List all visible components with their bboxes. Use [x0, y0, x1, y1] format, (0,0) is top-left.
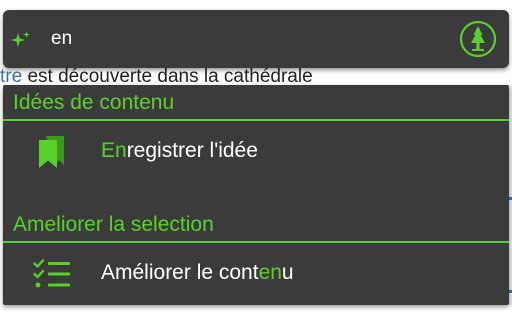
background-text-rest: est découverte dans la cathédrale: [22, 66, 313, 87]
tree-logo-icon[interactable]: [459, 20, 497, 58]
section-title: Ameliorer la selection: [13, 213, 214, 236]
search-query[interactable]: en: [51, 27, 72, 51]
menu-item-label: Améliorer le contenu: [101, 260, 294, 286]
label-post: u: [281, 261, 294, 284]
match-highlight: En: [101, 139, 127, 162]
checklist-icon: [33, 259, 70, 288]
section-title: Idées de contenu: [13, 91, 175, 114]
menu-item-save-idea[interactable]: Enregistrer l'idée: [3, 121, 509, 181]
label-pre: Améliorer le cont: [101, 261, 259, 284]
sparkle-icon: [11, 31, 30, 47]
label-rest: registrer l'idée: [126, 139, 258, 162]
search-bar[interactable]: en: [3, 10, 509, 68]
bookmarks-icon: [39, 136, 64, 168]
section-header-content-ideas: Idées de contenu: [3, 85, 509, 121]
background-link[interactable]: tre: [0, 66, 22, 87]
menu-item-improve-content[interactable]: Améliorer le contenu: [3, 243, 509, 303]
section-header-improve-selection: Ameliorer la selection: [3, 207, 509, 243]
match-highlight: en: [258, 261, 282, 284]
suggestion-panel: Idées de contenu Enregistrer l'idée Amel…: [3, 85, 509, 305]
menu-item-label: Enregistrer l'idée: [101, 138, 258, 164]
